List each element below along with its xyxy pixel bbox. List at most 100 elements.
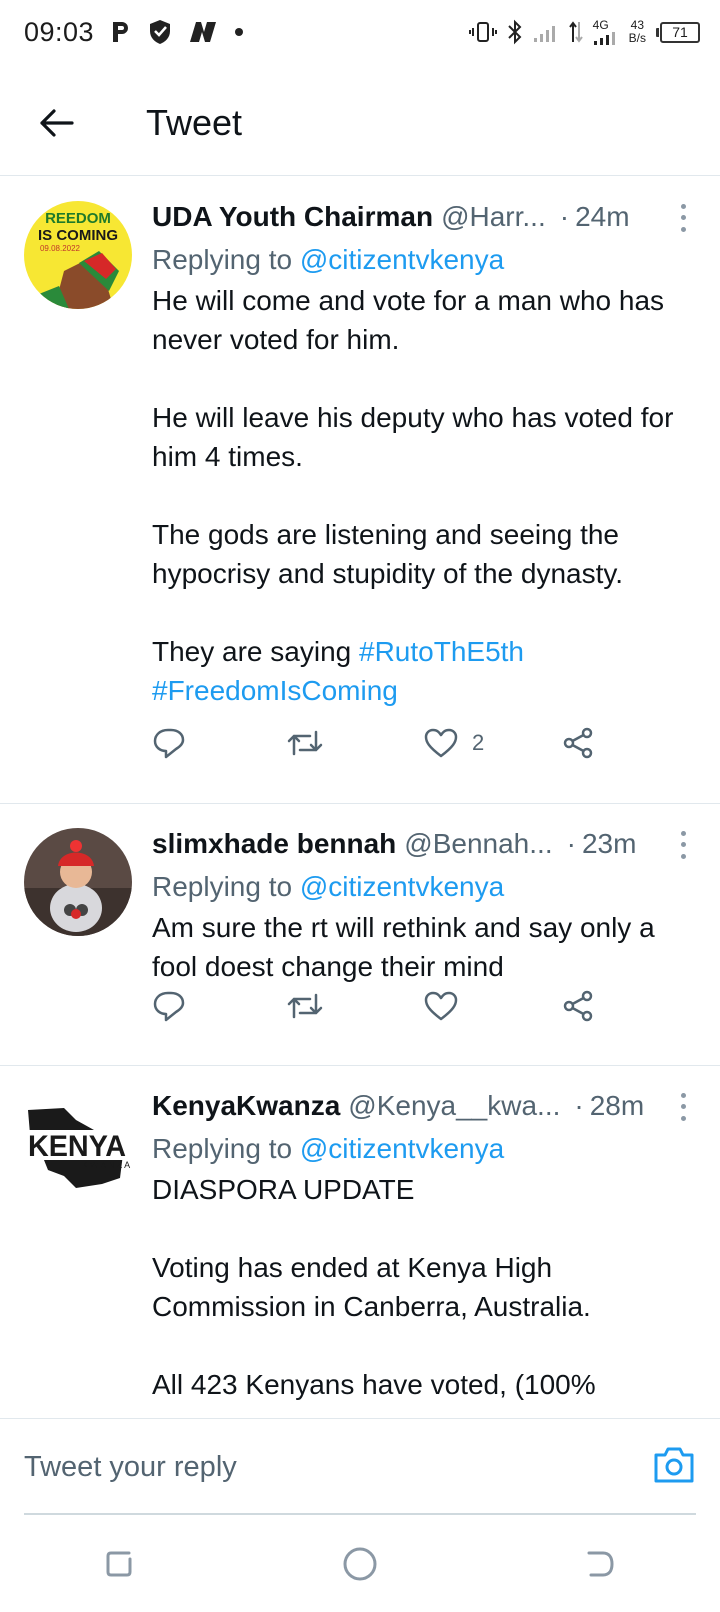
baby-photo-avatar-icon [24,828,132,936]
tweet-body: slimxhade bennah @Bennah... · 23m Replyi… [152,824,696,986]
shield-icon [148,19,172,45]
tweet-header: slimxhade bennah @Bennah... · 23m [152,824,696,864]
signal-weak-icon [533,21,559,43]
hashtag-link[interactable]: #FreedomIsComing [152,675,398,706]
tweet-time[interactable]: 28m [590,1090,644,1122]
hashtag-link[interactable]: #RutoThE5th [359,636,524,667]
tweet-card[interactable]: KENYA KWANZA KenyaKwanza @Kenya__kwa... … [0,1066,720,1418]
reply-button[interactable] [152,990,186,1022]
parking-icon [110,20,132,44]
status-bar: 09:03 4G 43 B/s 71 [0,0,720,64]
replying-to: Replying to @citizentvkenya [152,866,696,908]
back-button[interactable] [26,93,86,153]
tweet-time[interactable]: 24m [575,201,629,233]
data-arrows-icon [568,20,583,44]
kwanza-logo-text: KWANZA [82,1160,132,1170]
vibrate-icon [468,20,497,44]
network-type-label: 4G [592,18,609,32]
tweet-card[interactable]: slimxhade bennah @Bennah... · 23m Replyi… [0,804,720,1066]
avatar[interactable]: REEDOM IS COMING 09.08.2022 [24,201,132,309]
arrow-left-icon [40,108,74,137]
retweet-button[interactable] [286,728,324,758]
tweet-time[interactable]: 23m [582,828,636,860]
author-name[interactable]: KenyaKwanza [152,1090,340,1122]
camera-button[interactable] [652,1445,696,1489]
author-handle[interactable]: @Bennah... [404,828,552,860]
retweet-button[interactable] [286,991,324,1021]
heart-icon [424,991,458,1021]
tweet-text: Am sure the rt will rethink and say only… [152,912,655,982]
tweet-header: KenyaKwanza @Kenya__kwa... · 28m [152,1086,696,1126]
back-nav-button[interactable] [570,1534,630,1594]
replying-prefix: Replying to [152,1133,300,1164]
replying-to-link[interactable]: @citizentvkenya [300,871,504,902]
like-count: 2 [472,730,485,755]
home-button[interactable] [330,1534,390,1594]
net-speed-unit: B/s [628,31,646,45]
network-4g: 4G [593,19,619,45]
tweet-header: UDA Youth Chairman @Harr... · 24m [152,197,696,237]
tweet-text-main: He will come and vote for a man who has … [152,285,674,667]
tweet-text: He will come and vote for a man who has … [152,281,696,710]
separator-dot: · [559,201,570,232]
replying-to: Replying to @citizentvkenya [152,239,696,281]
freedom-is-coming-avatar-icon: REEDOM IS COMING 09.08.2022 [24,201,132,309]
replying-prefix: Replying to [152,244,300,275]
like-button[interactable] [424,991,458,1021]
status-time: 09:03 [24,16,95,47]
signal-strong-icon [593,32,615,45]
retweet-icon [287,993,323,1019]
reply-underline [24,1513,696,1515]
author-handle[interactable]: @Harr... [441,201,546,233]
reply-icon [153,991,185,1022]
share-button[interactable] [562,990,594,1022]
share-button[interactable] [562,727,594,759]
avatar[interactable] [24,828,132,936]
author-name[interactable]: slimxhade bennah [152,828,396,860]
tweet-text: DIASPORA UPDATE Voting has ended at Keny… [152,1174,596,1400]
tweet-body: KenyaKwanza @Kenya__kwa... · 28m Replyin… [152,1086,696,1404]
reply-input[interactable] [24,1419,624,1515]
tweet-actions [152,984,622,1028]
author-name[interactable]: UDA Youth Chairman [152,201,433,233]
battery-cap [656,27,659,37]
avatar[interactable]: KENYA KWANZA [24,1090,132,1198]
reply-icon [153,728,185,759]
separator-dot: · [574,1090,584,1121]
retweet-icon [287,730,323,756]
n-app-icon [188,20,218,44]
recent-apps-button[interactable] [90,1534,150,1594]
system-nav-bar [0,1516,720,1612]
replying-to: Replying to @citizentvkenya [152,1128,696,1170]
share-icon [563,990,593,1022]
battery-icon: 71 [656,21,700,43]
heart-icon [424,728,458,758]
tweet-card[interactable]: REEDOM IS COMING 09.08.2022 UDA Youth Ch… [0,177,720,804]
net-speed: 43 B/s [629,19,646,45]
battery-level: 71 [660,21,700,43]
replying-to-link[interactable]: @citizentvkenya [300,1133,504,1164]
more-options-icon[interactable] [670,201,696,235]
top-app-bar: Tweet [0,70,720,176]
bluetooth-icon [507,19,523,45]
tweet-body: UDA Youth Chairman @Harr... · 24m Replyi… [152,197,696,710]
back-nav-icon [587,1551,614,1577]
recent-apps-icon [106,1551,132,1577]
reply-button[interactable] [152,727,186,759]
more-options-icon[interactable] [670,828,696,862]
like-button[interactable]: 2 [424,728,484,758]
author-handle[interactable]: @Kenya__kwa... [348,1090,560,1122]
share-icon [563,727,593,759]
avatar-text-2: IS COMING [38,227,118,244]
tweet-actions: 2 [152,721,622,765]
more-options-icon[interactable] [670,1090,696,1124]
replying-to-link[interactable]: @citizentvkenya [300,244,504,275]
home-circle-icon [343,1547,377,1581]
camera-icon [654,1447,694,1483]
status-bar-right: 4G 43 B/s 71 [468,19,700,45]
avatar-text-1: REEDOM [45,210,111,227]
reply-composer [0,1418,720,1515]
separator-dot: · [566,828,576,859]
page-title: Tweet [146,101,243,143]
kenya-kwanza-logo-icon: KENYA KWANZA [26,1108,132,1188]
